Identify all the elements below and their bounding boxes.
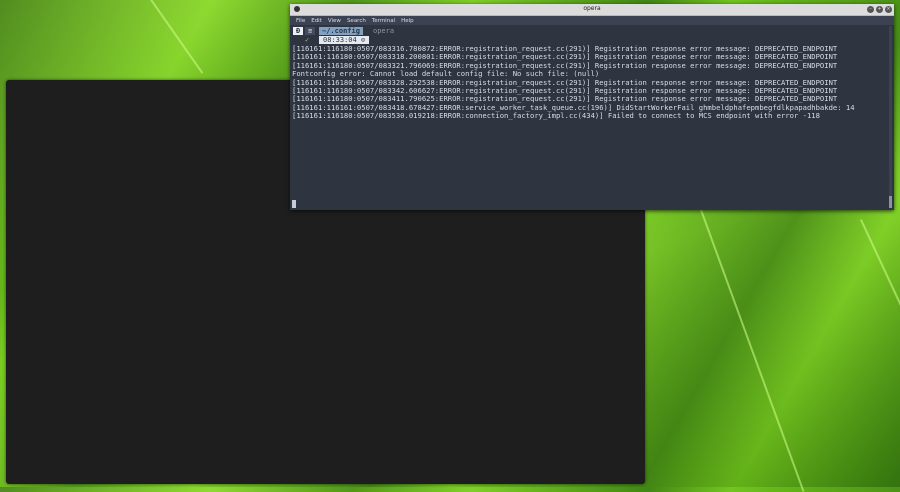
minimize-button[interactable]: –: [867, 6, 874, 13]
wallpaper-vein: [150, 0, 204, 74]
window-title: opera: [583, 5, 601, 12]
menu-file[interactable]: File: [293, 16, 308, 25]
maximize-button[interactable]: +: [876, 6, 883, 13]
output-line: [116161:116180:0507/083530.019218:ERROR:…: [292, 111, 820, 121]
prompt-badge: Ð: [293, 27, 304, 35]
menu-terminal[interactable]: Terminal: [369, 16, 398, 25]
title-bar[interactable]: opera – + ×: [290, 4, 894, 16]
prompt-status: ✓ 08:33:04 ⊙: [292, 36, 894, 45]
check-icon: ✓: [305, 36, 310, 44]
prompt-command: opera: [373, 27, 395, 35]
menu-bar: File Edit View Search Terminal Help: [290, 16, 894, 25]
prompt-time: 08:33:04 ⊙: [319, 36, 370, 44]
terminal-output[interactable]: Ð ≡ ~/.config opera ✓ 08:33:04 ⊙ [116161…: [290, 27, 894, 121]
menu-help[interactable]: Help: [398, 16, 417, 25]
shell-prompt: Ð ≡ ~/.config opera: [292, 27, 894, 36]
menu-view[interactable]: View: [325, 16, 344, 25]
terminal-window[interactable]: opera – + × File Edit View Search Termin…: [290, 4, 894, 210]
menu-search[interactable]: Search: [344, 16, 369, 25]
close-button[interactable]: ×: [885, 6, 892, 13]
scrollbar-thumb[interactable]: [889, 196, 892, 208]
wallpaper-vein: [700, 209, 805, 492]
wallpaper-vein: [860, 219, 900, 474]
home-icon: ≡: [305, 27, 316, 35]
text-cursor: [292, 200, 296, 208]
prompt-path: ~/.config: [319, 27, 363, 35]
menu-edit[interactable]: Edit: [308, 16, 325, 25]
scrollbar-track[interactable]: [889, 26, 892, 208]
